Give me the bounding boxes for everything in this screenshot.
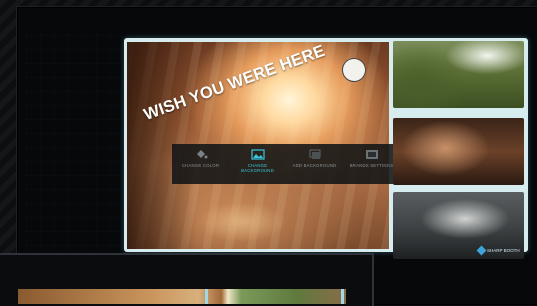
photo-frame-icon <box>365 150 378 159</box>
back-window-sidebar <box>26 30 122 260</box>
jungle-thumbnail[interactable] <box>393 41 524 108</box>
image-icon <box>250 149 265 160</box>
rubble-highlight <box>197 202 287 242</box>
change-color-button[interactable]: CHANGE COLOR <box>175 149 227 168</box>
room-thumbnail[interactable] <box>393 118 524 185</box>
brands-settings-button[interactable]: BRANDS SETTINGS <box>346 149 398 168</box>
editor-toolbar: CHANGE COLOR CHANGE BACKGROUND ADD BACKG… <box>172 144 400 184</box>
change-background-button[interactable]: CHANGE BACKGROUND <box>232 149 284 173</box>
brand-mark-icon <box>476 245 487 255</box>
change-color-label: CHANGE COLOR <box>181 163 220 168</box>
add-background-button[interactable]: ADD BACKGROUND <box>289 149 341 168</box>
brands-settings-label: BRANDS SETTINGS <box>349 163 394 168</box>
front-window-preview-strip <box>18 289 346 304</box>
change-background-label: CHANGE BACKGROUND <box>241 163 274 173</box>
brand-logo: SHARP BOOTH <box>476 243 522 257</box>
paint-bucket-icon <box>196 150 207 159</box>
brand-name: SHARP BOOTH <box>487 247 520 253</box>
add-background-label: ADD BACKGROUND <box>292 163 337 168</box>
strip-divider <box>205 289 208 304</box>
strip-divider-right <box>341 289 344 304</box>
layers-icon <box>309 149 320 159</box>
